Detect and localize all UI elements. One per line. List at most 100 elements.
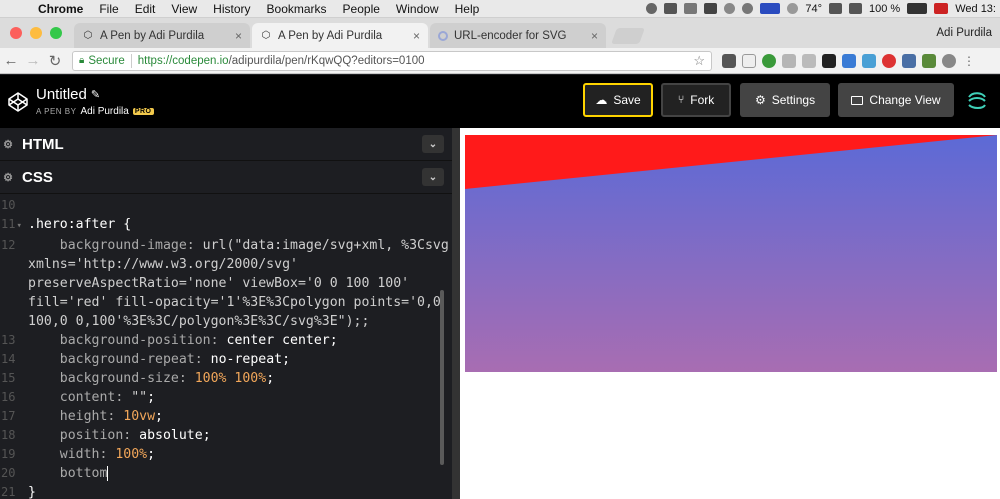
time-machine-icon[interactable]	[742, 3, 754, 14]
close-window-icon[interactable]	[10, 27, 22, 39]
screenshot-icon[interactable]	[842, 53, 856, 68]
rabbit-icon[interactable]	[646, 3, 658, 14]
fork-button[interactable]: ⑂ Fork	[661, 83, 731, 117]
menu-app-chrome[interactable]: Chrome	[30, 2, 91, 16]
css-property: background-position:	[28, 333, 227, 348]
menu-help[interactable]: Help	[447, 2, 488, 16]
browser-tab-1[interactable]: ⬡ A Pen by Adi Purdila ×	[74, 23, 250, 48]
css-code-editor[interactable]: 10 11 .hero:after { 12 background-image:…	[0, 194, 452, 499]
address-bar[interactable]: 🔒︎ Secure https://codepen.io /adipurdila…	[72, 50, 712, 71]
css-collapse-chevron-icon[interactable]: ⌄	[422, 168, 444, 186]
settings-button[interactable]: ⚙ Settings	[740, 83, 830, 117]
volume-icon[interactable]	[849, 3, 863, 14]
forward-arrow-icon[interactable]: →	[22, 52, 44, 69]
html-panel-title: HTML	[22, 135, 64, 153]
back-arrow-icon[interactable]: ←	[0, 52, 22, 69]
html-collapse-chevron-icon[interactable]: ⌄	[422, 135, 444, 153]
wifi-signal-icon[interactable]	[684, 3, 698, 14]
code-line: 13 background-position: center center;	[0, 331, 452, 350]
close-tab-icon[interactable]: ×	[413, 29, 420, 43]
css-property: height:	[28, 409, 124, 424]
settings-label: Settings	[771, 93, 816, 107]
window-resizer-icon[interactable]	[902, 53, 916, 68]
collab-swirl-icon[interactable]	[965, 89, 989, 113]
profile-name[interactable]: Adi Purdila	[936, 27, 1000, 48]
line-number: 14	[1, 352, 16, 366]
tab-label: A Pen by Adi Purdila	[100, 29, 205, 42]
extensions-row: ⋮	[722, 53, 976, 68]
minimize-window-icon[interactable]	[30, 27, 42, 39]
omnibox-divider	[130, 53, 132, 68]
puzzle-icon[interactable]	[782, 53, 796, 68]
pocket-icon[interactable]	[722, 53, 736, 68]
close-tab-icon[interactable]: ×	[235, 29, 242, 43]
menubar-clock[interactable]: Wed 13:	[955, 3, 996, 15]
codepen-logo-icon[interactable]	[8, 91, 28, 112]
change-view-label: Change View	[869, 93, 941, 107]
display-icon[interactable]	[760, 3, 781, 14]
bookmark-star-icon[interactable]: ☆	[693, 53, 705, 69]
vpn-icon[interactable]	[704, 3, 718, 14]
line-number: 19	[1, 447, 16, 461]
vivaldi-icon[interactable]	[882, 53, 896, 68]
battery-icon[interactable]	[907, 3, 928, 14]
save-label: Save	[613, 93, 641, 107]
browser-tab-2[interactable]: ⬡ A Pen by Adi Purdila ×	[252, 23, 428, 48]
menu-file[interactable]: File	[91, 2, 126, 16]
text-cursor	[107, 466, 109, 481]
tab-label: URL-encoder for SVG	[454, 29, 567, 42]
stats-icon[interactable]	[922, 53, 936, 68]
menu-people[interactable]: People	[335, 2, 388, 16]
ghost-icon[interactable]	[802, 53, 816, 68]
weather-icon[interactable]	[787, 3, 799, 14]
hero-section	[465, 135, 997, 372]
bluetooth-icon[interactable]	[724, 3, 736, 14]
author-link[interactable]: Adi Purdila	[80, 106, 128, 117]
new-tab-button[interactable]	[611, 28, 645, 44]
line-number[interactable]: 11	[0, 215, 28, 236]
menu-view[interactable]: View	[163, 2, 205, 16]
html-panel-header[interactable]: ⚙ HTML ⌄	[0, 128, 452, 161]
screen-record-icon[interactable]	[664, 3, 678, 14]
menu-edit[interactable]: Edit	[127, 2, 164, 16]
css-value: fill='red' fill-opacity='1'%3E%3Cpolygon…	[28, 295, 441, 310]
check-icon[interactable]	[762, 53, 776, 68]
panel-resizer[interactable]	[452, 128, 460, 499]
close-tab-icon[interactable]: ×	[591, 29, 598, 43]
temperature-text: 74°	[805, 2, 823, 15]
editor-scrollbar[interactable]	[440, 290, 444, 465]
css-brace: {	[115, 217, 132, 232]
code-line: 18 position: absolute;	[0, 426, 452, 445]
semicolon: ;	[266, 371, 275, 386]
css-value: absolute	[139, 428, 203, 443]
menu-bookmarks[interactable]: Bookmarks	[259, 2, 335, 16]
flag-icon[interactable]	[934, 3, 949, 14]
zoom-window-icon[interactable]	[50, 27, 62, 39]
browser-tab-3[interactable]: URL-encoder for SVG ×	[430, 23, 606, 48]
code-line: 16 content: "";	[0, 388, 452, 407]
pen-title[interactable]: Untitled ✎	[36, 86, 154, 103]
pen-title-text: Untitled	[36, 86, 87, 103]
css-panel-header[interactable]: ⚙ CSS ⌄	[0, 161, 452, 194]
function-icon[interactable]	[742, 53, 756, 68]
css-property: position:	[28, 428, 140, 443]
wifi-icon[interactable]	[829, 3, 843, 14]
menu-window[interactable]: Window	[388, 2, 447, 16]
save-button[interactable]: ☁ Save	[583, 83, 653, 117]
chrome-menu-icon[interactable]: ⋮	[962, 54, 976, 68]
change-view-button[interactable]: Change View	[838, 83, 954, 117]
pen-title-block: Untitled ✎ A PEN BY Adi Purdila PRO	[36, 86, 154, 117]
layout-icon	[851, 95, 864, 105]
css-settings-gear-icon[interactable]: ⚙	[0, 171, 16, 184]
code-line: 14 background-repeat: no-repeat;	[0, 350, 452, 369]
html-settings-gear-icon[interactable]: ⚙	[0, 138, 16, 151]
css-brace: }	[28, 485, 36, 499]
info-icon[interactable]	[942, 53, 956, 68]
cursor-icon[interactable]	[822, 53, 836, 68]
line-number: 21	[1, 485, 16, 499]
menu-history[interactable]: History	[205, 2, 258, 16]
color-picker-icon[interactable]	[862, 53, 876, 68]
browser-tab-strip: ⬡ A Pen by Adi Purdila × ⬡ A Pen by Adi …	[0, 18, 1000, 48]
reload-icon[interactable]: ↻	[44, 52, 66, 70]
pencil-icon[interactable]: ✎	[91, 88, 100, 101]
